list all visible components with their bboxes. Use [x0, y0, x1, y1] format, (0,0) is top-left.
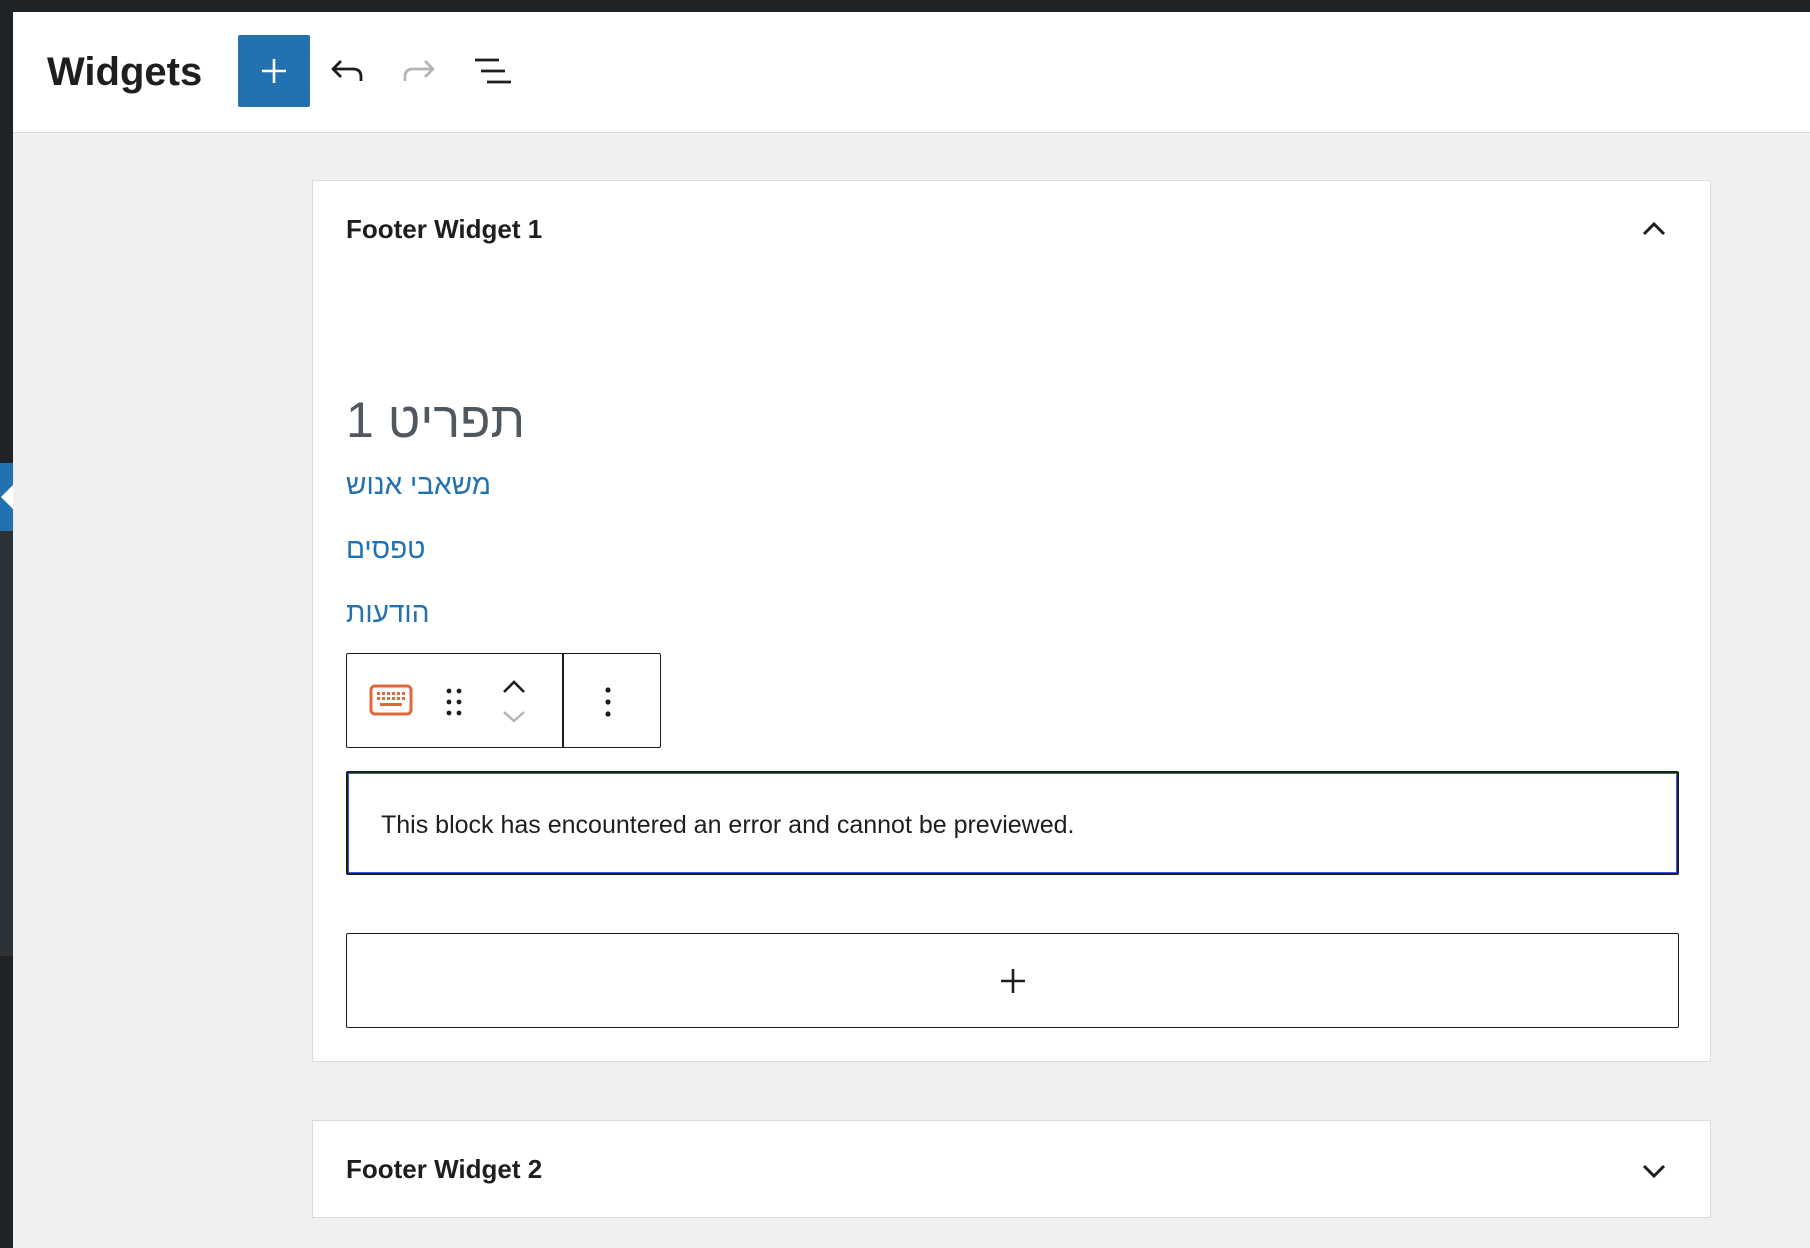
widget-area-footer-1: Footer Widget 1 תפריט 1 משאבי אנוש טפסים… — [312, 180, 1711, 1062]
move-down-button[interactable] — [497, 704, 531, 728]
sidebar-current-indicator[interactable] — [0, 463, 13, 531]
more-vertical-icon — [605, 687, 611, 717]
undo-button[interactable] — [323, 47, 371, 95]
keyboard-icon — [369, 684, 413, 716]
menu-link[interactable]: טפסים — [346, 533, 425, 565]
plus-icon — [262, 59, 286, 83]
chevron-up-icon — [1642, 221, 1666, 236]
block-appender-button[interactable] — [346, 933, 1679, 1028]
widget-area-footer-2: Footer Widget 2 — [312, 1120, 1711, 1218]
chevron-up-icon — [503, 680, 525, 693]
menu-link[interactable]: הודעות — [346, 597, 429, 629]
arrow-left-icon — [1, 485, 13, 509]
page-title: Widgets — [47, 50, 203, 94]
chevron-down-icon — [1642, 1164, 1666, 1179]
undo-icon — [331, 60, 363, 81]
menu-heading: תפריט 1 — [346, 392, 526, 448]
block-options-button[interactable] — [593, 682, 623, 722]
widgets-editor: Widgets Footer Widget 1 תפריט 1 משאבי אנ… — [13, 12, 1810, 1248]
editor-header: Widgets — [13, 12, 1810, 133]
move-up-button[interactable] — [497, 674, 531, 700]
toolbar-divider — [562, 654, 564, 747]
widget-area-title[interactable]: Footer Widget 1 — [346, 214, 542, 245]
block-toolbar — [346, 653, 661, 748]
widget-area-title[interactable]: Footer Widget 2 — [346, 1154, 542, 1185]
add-block-button[interactable] — [238, 35, 310, 107]
block-error-placeholder[interactable]: This block has encountered an error and … — [346, 771, 1679, 875]
redo-button[interactable] — [395, 47, 443, 95]
admin-sidebar-edge — [0, 0, 13, 1248]
block-type-button[interactable] — [369, 680, 413, 720]
chevron-down-icon — [503, 711, 525, 723]
drag-handle-icon — [446, 688, 462, 716]
widget-area-toggle[interactable] — [1634, 209, 1674, 249]
list-view-icon — [475, 58, 511, 84]
sidebar-menu-strip — [0, 530, 13, 956]
widget-area-toggle[interactable] — [1634, 1151, 1674, 1191]
menu-link[interactable]: משאבי אנוש — [346, 469, 491, 501]
plus-icon — [1000, 968, 1025, 993]
drag-handle[interactable] — [439, 684, 469, 720]
redo-icon — [403, 60, 435, 81]
error-message: This block has encountered an error and … — [381, 811, 1075, 839]
list-view-button[interactable] — [468, 47, 516, 95]
